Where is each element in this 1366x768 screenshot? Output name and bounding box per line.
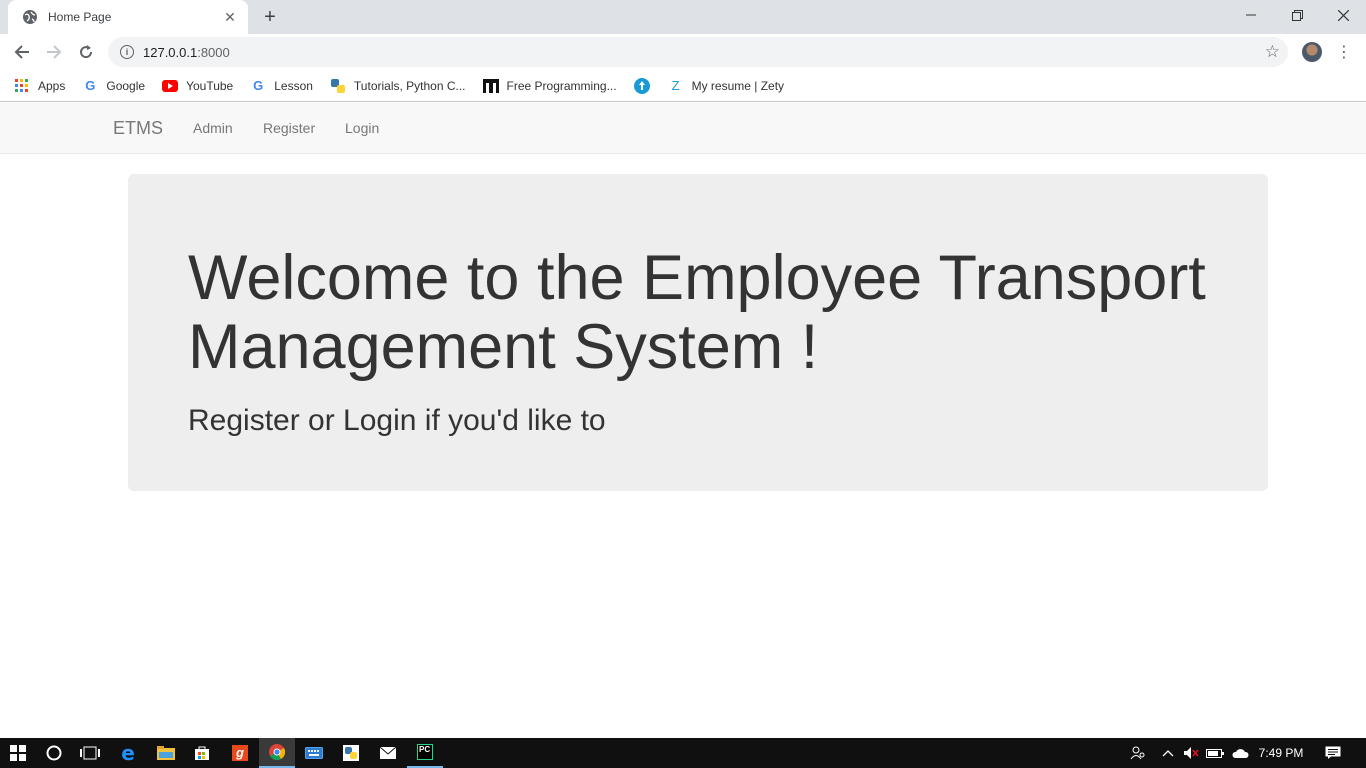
- bookmark-google[interactable]: G Google: [82, 78, 145, 94]
- mail-icon[interactable]: [370, 738, 406, 768]
- back-arrow-icon[interactable]: [8, 38, 36, 66]
- new-tab-button[interactable]: +: [258, 5, 282, 29]
- reload-icon[interactable]: [72, 38, 100, 66]
- book-icon: [482, 78, 499, 94]
- menu-dots-icon[interactable]: ⋮: [1336, 40, 1352, 64]
- pycharm-icon[interactable]: PC: [407, 738, 443, 768]
- bookmark-label: Lesson: [274, 78, 313, 93]
- browser-tab-strip: Home Page ✕ +: [0, 0, 1366, 34]
- address-bar[interactable]: i 127.0.0.1:8000 ☆: [108, 37, 1288, 67]
- browser-toolbar: i 127.0.0.1:8000 ☆ ⋮: [0, 34, 1366, 70]
- minimize-icon[interactable]: [1228, 0, 1274, 30]
- bookmarks-bar: Apps G Google YouTube G Lesson Tutorials…: [0, 70, 1366, 102]
- browser-tab[interactable]: Home Page ✕: [8, 0, 248, 34]
- bookmark-circle[interactable]: [633, 77, 658, 94]
- tab-title: Home Page: [48, 10, 112, 24]
- edge-browser-icon[interactable]: e: [110, 738, 146, 768]
- welcome-jumbotron: Welcome to the Employee Transport Manage…: [128, 174, 1268, 491]
- people-icon[interactable]: [1126, 738, 1150, 768]
- python-idle-icon[interactable]: [333, 738, 369, 768]
- bookmark-tutorials[interactable]: Tutorials, Python C...: [330, 78, 466, 94]
- youtube-icon: [162, 78, 179, 94]
- bookmark-star-icon[interactable]: ☆: [1265, 42, 1280, 62]
- info-icon[interactable]: i: [120, 45, 134, 59]
- cortana-search-icon[interactable]: [36, 738, 72, 768]
- bookmark-label: Apps: [38, 78, 66, 93]
- bookmark-youtube[interactable]: YouTube: [162, 78, 233, 94]
- page-title: Welcome to the Employee Transport Manage…: [188, 243, 1206, 382]
- bookmark-zety[interactable]: Z My resume | Zety: [668, 78, 784, 94]
- windows-start-icon[interactable]: [0, 738, 36, 768]
- action-center-icon[interactable]: [1320, 738, 1346, 768]
- file-explorer-icon[interactable]: [148, 738, 184, 768]
- task-view-icon[interactable]: [72, 738, 108, 768]
- bookmark-label: My resume | Zety: [691, 78, 785, 93]
- volume-muted-icon[interactable]: [1180, 738, 1202, 768]
- system-clock[interactable]: 7:49 PM: [1254, 738, 1308, 768]
- close-tab-icon[interactable]: ✕: [222, 9, 238, 25]
- url-port: :8000: [197, 44, 230, 60]
- bookmark-label: Tutorials, Python C...: [353, 78, 466, 93]
- nav-login-link[interactable]: Login: [345, 120, 379, 136]
- globe-icon: [22, 9, 38, 25]
- bookmark-free-programming[interactable]: Free Programming...: [482, 78, 617, 94]
- chrome-icon[interactable]: [259, 738, 295, 768]
- url-host: 127.0.0.1: [143, 44, 198, 60]
- onedrive-cloud-icon[interactable]: [1228, 738, 1252, 768]
- profile-avatar[interactable]: [1302, 42, 1322, 62]
- nav-admin-link[interactable]: Admin: [193, 120, 233, 136]
- store-icon[interactable]: [184, 738, 220, 768]
- bookmark-lesson[interactable]: G Lesson: [250, 78, 313, 94]
- site-navbar: ETMS Admin Register Login: [0, 103, 1366, 154]
- google-icon: G: [253, 78, 264, 93]
- battery-icon[interactable]: [1204, 738, 1226, 768]
- google-icon: G: [85, 78, 96, 93]
- address-url: 127.0.0.1:8000: [143, 45, 230, 60]
- bookmark-label: YouTube: [186, 78, 234, 93]
- brand-link[interactable]: ETMS: [113, 118, 163, 139]
- apps-grid-icon: [14, 78, 30, 94]
- bookmark-label: Google: [106, 78, 146, 93]
- bookmark-apps[interactable]: Apps: [14, 78, 65, 94]
- nav-register-link[interactable]: Register: [263, 120, 315, 136]
- windows-taskbar: e g PC 7:49 PM: [0, 738, 1366, 768]
- python-icon: [330, 78, 346, 94]
- forward-arrow-icon[interactable]: [40, 38, 68, 66]
- lead-text: Register or Login if you'd like to: [188, 404, 606, 437]
- restore-icon[interactable]: [1274, 0, 1320, 30]
- chevron-up-icon[interactable]: [1158, 738, 1178, 768]
- zety-icon: Z: [671, 78, 680, 93]
- circle-arrow-icon: [633, 77, 650, 94]
- app-g-icon[interactable]: g: [222, 738, 258, 768]
- bookmark-label: Free Programming...: [506, 78, 617, 93]
- close-window-icon[interactable]: [1320, 0, 1366, 30]
- keyboard-icon[interactable]: [296, 738, 332, 768]
